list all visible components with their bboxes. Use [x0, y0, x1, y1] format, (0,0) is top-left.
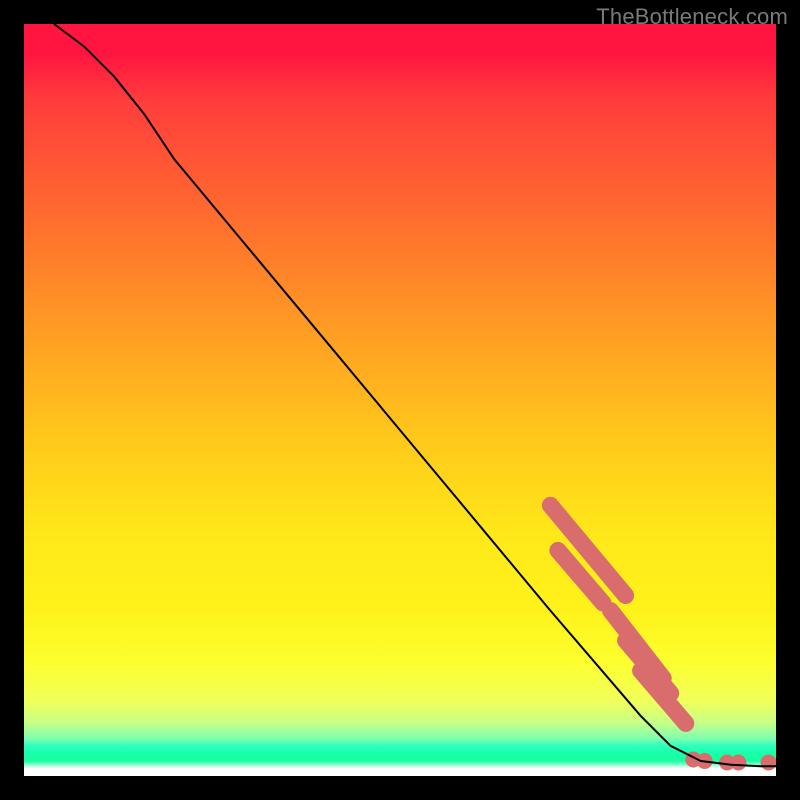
marker-layer [550, 505, 776, 770]
curve-layer [24, 24, 776, 776]
watermark-text: TheBottleneck.com [596, 4, 788, 30]
flat-marker [761, 755, 777, 771]
flat-marker [730, 755, 746, 771]
chart-frame: TheBottleneck.com [0, 0, 800, 800]
main-curve [54, 24, 776, 766]
plot-area [24, 24, 776, 776]
